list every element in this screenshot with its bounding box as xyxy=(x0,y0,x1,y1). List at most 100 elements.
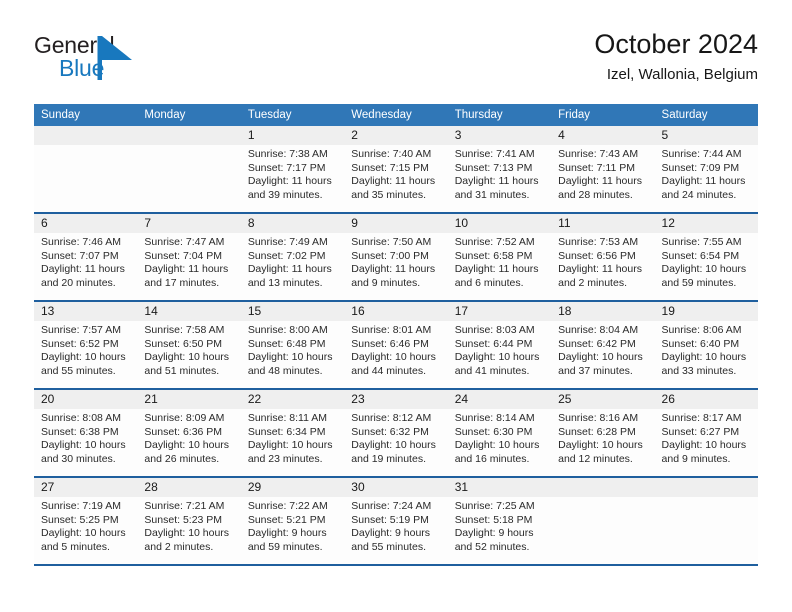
day-cell-10[interactable]: Sunrise: 7:52 AM Sunset: 6:58 PM Daylight:… xyxy=(448,233,551,300)
day-number-14[interactable]: 14 xyxy=(137,302,240,321)
sunrise-text: Sunrise: 7:46 AM xyxy=(41,236,121,248)
day-number-1[interactable]: 1 xyxy=(241,126,344,145)
weekday-header-thursday: Thursday xyxy=(454,109,503,121)
day-cell-15[interactable]: Sunrise: 8:00 AM Sunset: 6:48 PM Daylight:… xyxy=(241,321,344,388)
day-number-9[interactable]: 9 xyxy=(344,214,447,233)
day-cell-22[interactable]: Sunrise: 8:11 AM Sunset: 6:34 PM Daylight:… xyxy=(241,409,344,476)
day-number-17[interactable]: 17 xyxy=(448,302,551,321)
day-number-15[interactable]: 15 xyxy=(241,302,344,321)
daylight-text: Daylight: 11 hours and 28 minutes. xyxy=(558,175,642,201)
day-number-24[interactable]: 24 xyxy=(448,390,551,409)
day-cell-25[interactable]: Sunrise: 8:16 AM Sunset: 6:28 PM Daylight:… xyxy=(551,409,654,476)
day-cell-24[interactable]: Sunrise: 8:14 AM Sunset: 6:30 PM Daylight:… xyxy=(448,409,551,476)
weekday-header-tuesday: Tuesday xyxy=(247,109,292,121)
day-cell-28[interactable]: Sunrise: 7:21 AM Sunset: 5:23 PM Daylight:… xyxy=(137,497,240,564)
daylight-text: Daylight: 10 hours and 16 minutes. xyxy=(454,439,540,465)
day-cell-20[interactable]: Sunrise: 8:08 AM Sunset: 6:38 PM Daylight:… xyxy=(34,409,137,476)
day-cell-30[interactable]: Sunrise: 7:24 AM Sunset: 5:19 PM Daylight:… xyxy=(344,497,447,564)
day-cell-8[interactable]: Sunrise: 7:49 AM Sunset: 7:02 PM Daylight:… xyxy=(241,233,344,300)
day-cell-1[interactable]: Sunrise: 7:38 AM Sunset: 7:17 PM Daylight:… xyxy=(241,145,344,212)
day-number-30[interactable]: 30 xyxy=(344,478,447,497)
day-number-21[interactable]: 21 xyxy=(137,390,240,409)
day-number-29[interactable]: 29 xyxy=(241,478,344,497)
day-number-16[interactable]: 16 xyxy=(344,302,447,321)
sunset-text: Sunset: 5:21 PM xyxy=(247,513,326,526)
day-cell-9[interactable]: Sunrise: 7:50 AM Sunset: 7:00 PM Daylight:… xyxy=(344,233,447,300)
sunset-text: Sunset: 6:27 PM xyxy=(661,425,740,438)
day-cell-18[interactable]: Sunrise: 8:04 AM Sunset: 6:42 PM Daylight:… xyxy=(551,321,654,388)
sunset-text: Sunset: 6:50 PM xyxy=(144,337,223,350)
daylight-text: Daylight: 11 hours and 13 minutes. xyxy=(247,263,332,289)
day-number-28[interactable]: 28 xyxy=(137,478,240,497)
day-cell-17[interactable]: Sunrise: 8:03 AM Sunset: 6:44 PM Daylight:… xyxy=(448,321,551,388)
day-number-22[interactable]: 22 xyxy=(241,390,344,409)
day-cell-31[interactable]: Sunrise: 7:25 AM Sunset: 5:18 PM Daylight:… xyxy=(448,497,551,564)
daylight-text: Daylight: 10 hours and 23 minutes. xyxy=(247,439,333,465)
day-number-10[interactable]: 10 xyxy=(448,214,551,233)
day-cell-27[interactable]: Sunrise: 7:19 AM Sunset: 5:25 PM Daylight:… xyxy=(34,497,137,564)
day-cell-21[interactable]: Sunrise: 8:09 AM Sunset: 6:36 PM Daylight:… xyxy=(137,409,240,476)
sunrise-text: Sunrise: 7:58 AM xyxy=(144,324,225,336)
day-cell-4[interactable]: Sunrise: 7:43 AM Sunset: 7:11 PM Daylight:… xyxy=(551,145,654,212)
day-number-band: 13 14 15 16 17 18 19 xyxy=(34,302,758,321)
day-number-2[interactable]: 2 xyxy=(344,126,447,145)
sunrise-text: Sunrise: 7:55 AM xyxy=(661,236,742,248)
sunset-text: Sunset: 7:17 PM xyxy=(247,161,326,174)
day-number-25[interactable]: 25 xyxy=(551,390,654,409)
day-number-19[interactable]: 19 xyxy=(655,302,758,321)
day-number-27[interactable]: 27 xyxy=(34,478,137,497)
sunrise-text: Sunrise: 7:53 AM xyxy=(558,236,639,248)
sunset-text: Sunset: 6:32 PM xyxy=(351,425,429,438)
day-cell-16[interactable]: Sunrise: 8:01 AM Sunset: 6:46 PM Daylight:… xyxy=(344,321,447,388)
day-detail-band: Sunrise: 7:57 AM Sunset: 6:52 PM Daylight:… xyxy=(34,321,758,388)
day-number-31[interactable]: 31 xyxy=(448,478,551,497)
day-cell-6[interactable]: Sunrise: 7:46 AM Sunset: 7:07 PM Daylight:… xyxy=(34,233,137,300)
day-cell-12[interactable]: Sunrise: 7:55 AM Sunset: 6:54 PM Daylight:… xyxy=(655,233,758,300)
sunrise-text: Sunrise: 8:17 AM xyxy=(661,412,742,424)
day-number-20[interactable]: 20 xyxy=(34,390,137,409)
day-cell-29[interactable]: Sunrise: 7:22 AM Sunset: 5:21 PM Daylight:… xyxy=(241,497,344,564)
day-number-6[interactable]: 6 xyxy=(34,214,137,233)
day-number-13[interactable]: 13 xyxy=(34,302,137,321)
sunrise-text: Sunrise: 8:00 AM xyxy=(247,324,328,336)
day-cell-3[interactable]: Sunrise: 7:41 AM Sunset: 7:13 PM Daylight:… xyxy=(448,145,551,212)
day-number-12[interactable]: 12 xyxy=(655,214,758,233)
daylight-text: Daylight: 9 hours and 55 minutes. xyxy=(351,527,431,553)
sunrise-text: Sunrise: 8:03 AM xyxy=(454,324,535,336)
day-number-26[interactable]: 26 xyxy=(655,390,758,409)
day-detail-band: Sunrise: 7:38 AM Sunset: 7:17 PM Daylight:… xyxy=(34,145,758,212)
day-number-18[interactable]: 18 xyxy=(551,302,654,321)
daylight-text: Daylight: 11 hours and 9 minutes. xyxy=(351,263,436,289)
calendar-week-row: 1 2 3 4 5 Sunrise: 7:38 AM Sunset: 7:17 PM Dayl… xyxy=(34,126,758,212)
day-number-3[interactable]: 3 xyxy=(448,126,551,145)
day-number-5[interactable]: 5 xyxy=(655,126,758,145)
page-title: October 2024 xyxy=(594,29,758,59)
day-cell-23[interactable]: Sunrise: 8:12 AM Sunset: 6:32 PM Daylight:… xyxy=(344,409,447,476)
daylight-text: Daylight: 11 hours and 35 minutes. xyxy=(351,175,436,201)
day-number-7[interactable]: 7 xyxy=(137,214,240,233)
day-number-4[interactable]: 4 xyxy=(551,126,654,145)
day-cell-13[interactable]: Sunrise: 7:57 AM Sunset: 6:52 PM Daylight:… xyxy=(34,321,137,388)
day-cell-5[interactable]: Sunrise: 7:44 AM Sunset: 7:09 PM Daylight:… xyxy=(655,145,758,212)
day-cell-14[interactable]: Sunrise: 7:58 AM Sunset: 6:50 PM Daylight:… xyxy=(137,321,240,388)
sunset-text: Sunset: 6:54 PM xyxy=(661,249,740,262)
sunrise-text: Sunrise: 8:14 AM xyxy=(454,412,535,424)
day-cell-19[interactable]: Sunrise: 8:06 AM Sunset: 6:40 PM Daylight:… xyxy=(655,321,758,388)
weekday-header-row: Sunday Monday Tuesday Wednesday Thursday Frid… xyxy=(34,104,758,126)
sunset-text: Sunset: 7:07 PM xyxy=(41,249,119,262)
day-cell-11[interactable]: Sunrise: 7:53 AM Sunset: 6:56 PM Daylight:… xyxy=(551,233,654,300)
day-cell-26[interactable]: Sunrise: 8:17 AM Sunset: 6:27 PM Daylight:… xyxy=(655,409,758,476)
day-number-23[interactable]: 23 xyxy=(344,390,447,409)
day-cell-2[interactable]: Sunrise: 7:40 AM Sunset: 7:15 PM Daylight:… xyxy=(344,145,447,212)
day-number-11[interactable]: 11 xyxy=(551,214,654,233)
daylight-text: Daylight: 10 hours and 12 minutes. xyxy=(558,439,643,465)
day-cell-7[interactable]: Sunrise: 7:47 AM Sunset: 7:04 PM Daylight:… xyxy=(137,233,240,300)
sunrise-text: Sunrise: 7:41 AM xyxy=(454,148,535,160)
daylight-text: Daylight: 9 hours and 52 minutes. xyxy=(454,527,534,553)
sunrise-text: Sunrise: 8:16 AM xyxy=(558,412,639,424)
sunset-text: Sunset: 6:38 PM xyxy=(41,425,119,438)
day-number-band: 27 28 29 30 31 xyxy=(34,478,758,497)
sunrise-text: Sunrise: 7:49 AM xyxy=(247,236,328,248)
sunset-text: Sunset: 5:19 PM xyxy=(351,513,429,526)
day-number-8[interactable]: 8 xyxy=(241,214,344,233)
